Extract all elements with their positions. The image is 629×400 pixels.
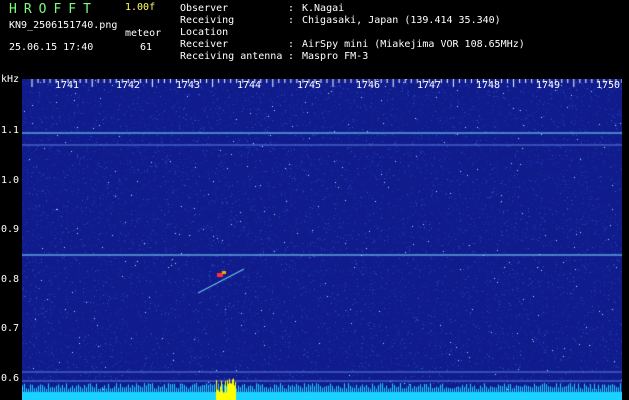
header-panel: HROFFT 1.00f KN9_2506151740.png meteor 2… <box>0 0 629 74</box>
info-colon: : <box>288 3 295 14</box>
unit-label: kHz <box>1 74 20 85</box>
x-tick-label: 1743 <box>176 80 201 91</box>
info-colon: : <box>288 39 295 50</box>
timestamp: 25.06.15 17:40 <box>9 42 94 53</box>
info-row-observer: Observer : K.Nagai <box>180 3 525 15</box>
station-info: Observer : K.Nagai Receiving Location : … <box>180 3 525 63</box>
x-tick-label: 1747 <box>417 80 442 91</box>
info-colon: : <box>288 51 295 62</box>
x-tick-label: 1750 <box>596 80 621 91</box>
info-row-receiver: Receiver : AirSpy mini (Miakejima VOR 10… <box>180 39 525 51</box>
x-tick-label: 1742 <box>116 80 141 91</box>
x-tick-label: 1744 <box>237 80 262 91</box>
y-tick-label: 1.1 <box>1 125 20 136</box>
info-row-location: Receiving Location : Chigasaki, Japan (1… <box>180 15 525 39</box>
y-tick-label: 0.9 <box>1 224 20 235</box>
y-tick-label: 0.8 <box>1 274 20 285</box>
info-key: Receiving antenna <box>180 51 283 62</box>
y-tick-label: 0.7 <box>1 323 20 334</box>
info-colon: : <box>288 15 295 26</box>
x-tick-label: 1746 <box>356 80 381 91</box>
spectrogram-canvas <box>22 79 622 400</box>
info-key: Observer <box>180 3 229 14</box>
app-version: 1.00f <box>125 2 156 13</box>
info-value: Chigasaki, Japan (139.414 35.340) <box>302 15 501 26</box>
x-tick-label: 1745 <box>297 80 322 91</box>
y-tick-label: 1.0 <box>1 175 20 186</box>
app-brand: HROFFT <box>9 2 98 17</box>
info-value: K.Nagai <box>302 3 345 14</box>
file-name: KN9_2506151740.png <box>9 20 118 31</box>
x-tick-label: 1748 <box>476 80 501 91</box>
info-value: Maspro FM-3 <box>302 51 369 62</box>
meteor-label: meteor <box>125 28 162 39</box>
info-key: Receiving Location <box>180 15 235 38</box>
info-key: Receiver <box>180 39 229 50</box>
x-tick-label: 1749 <box>536 80 561 91</box>
info-value: AirSpy mini (Miakejima VOR 108.65MHz) <box>302 39 525 50</box>
x-tick-label: 1741 <box>55 80 80 91</box>
info-row-antenna: Receiving antenna : Maspro FM-3 <box>180 51 525 63</box>
y-tick-label: 0.6 <box>1 373 20 384</box>
meteor-count: 61 <box>140 42 153 53</box>
